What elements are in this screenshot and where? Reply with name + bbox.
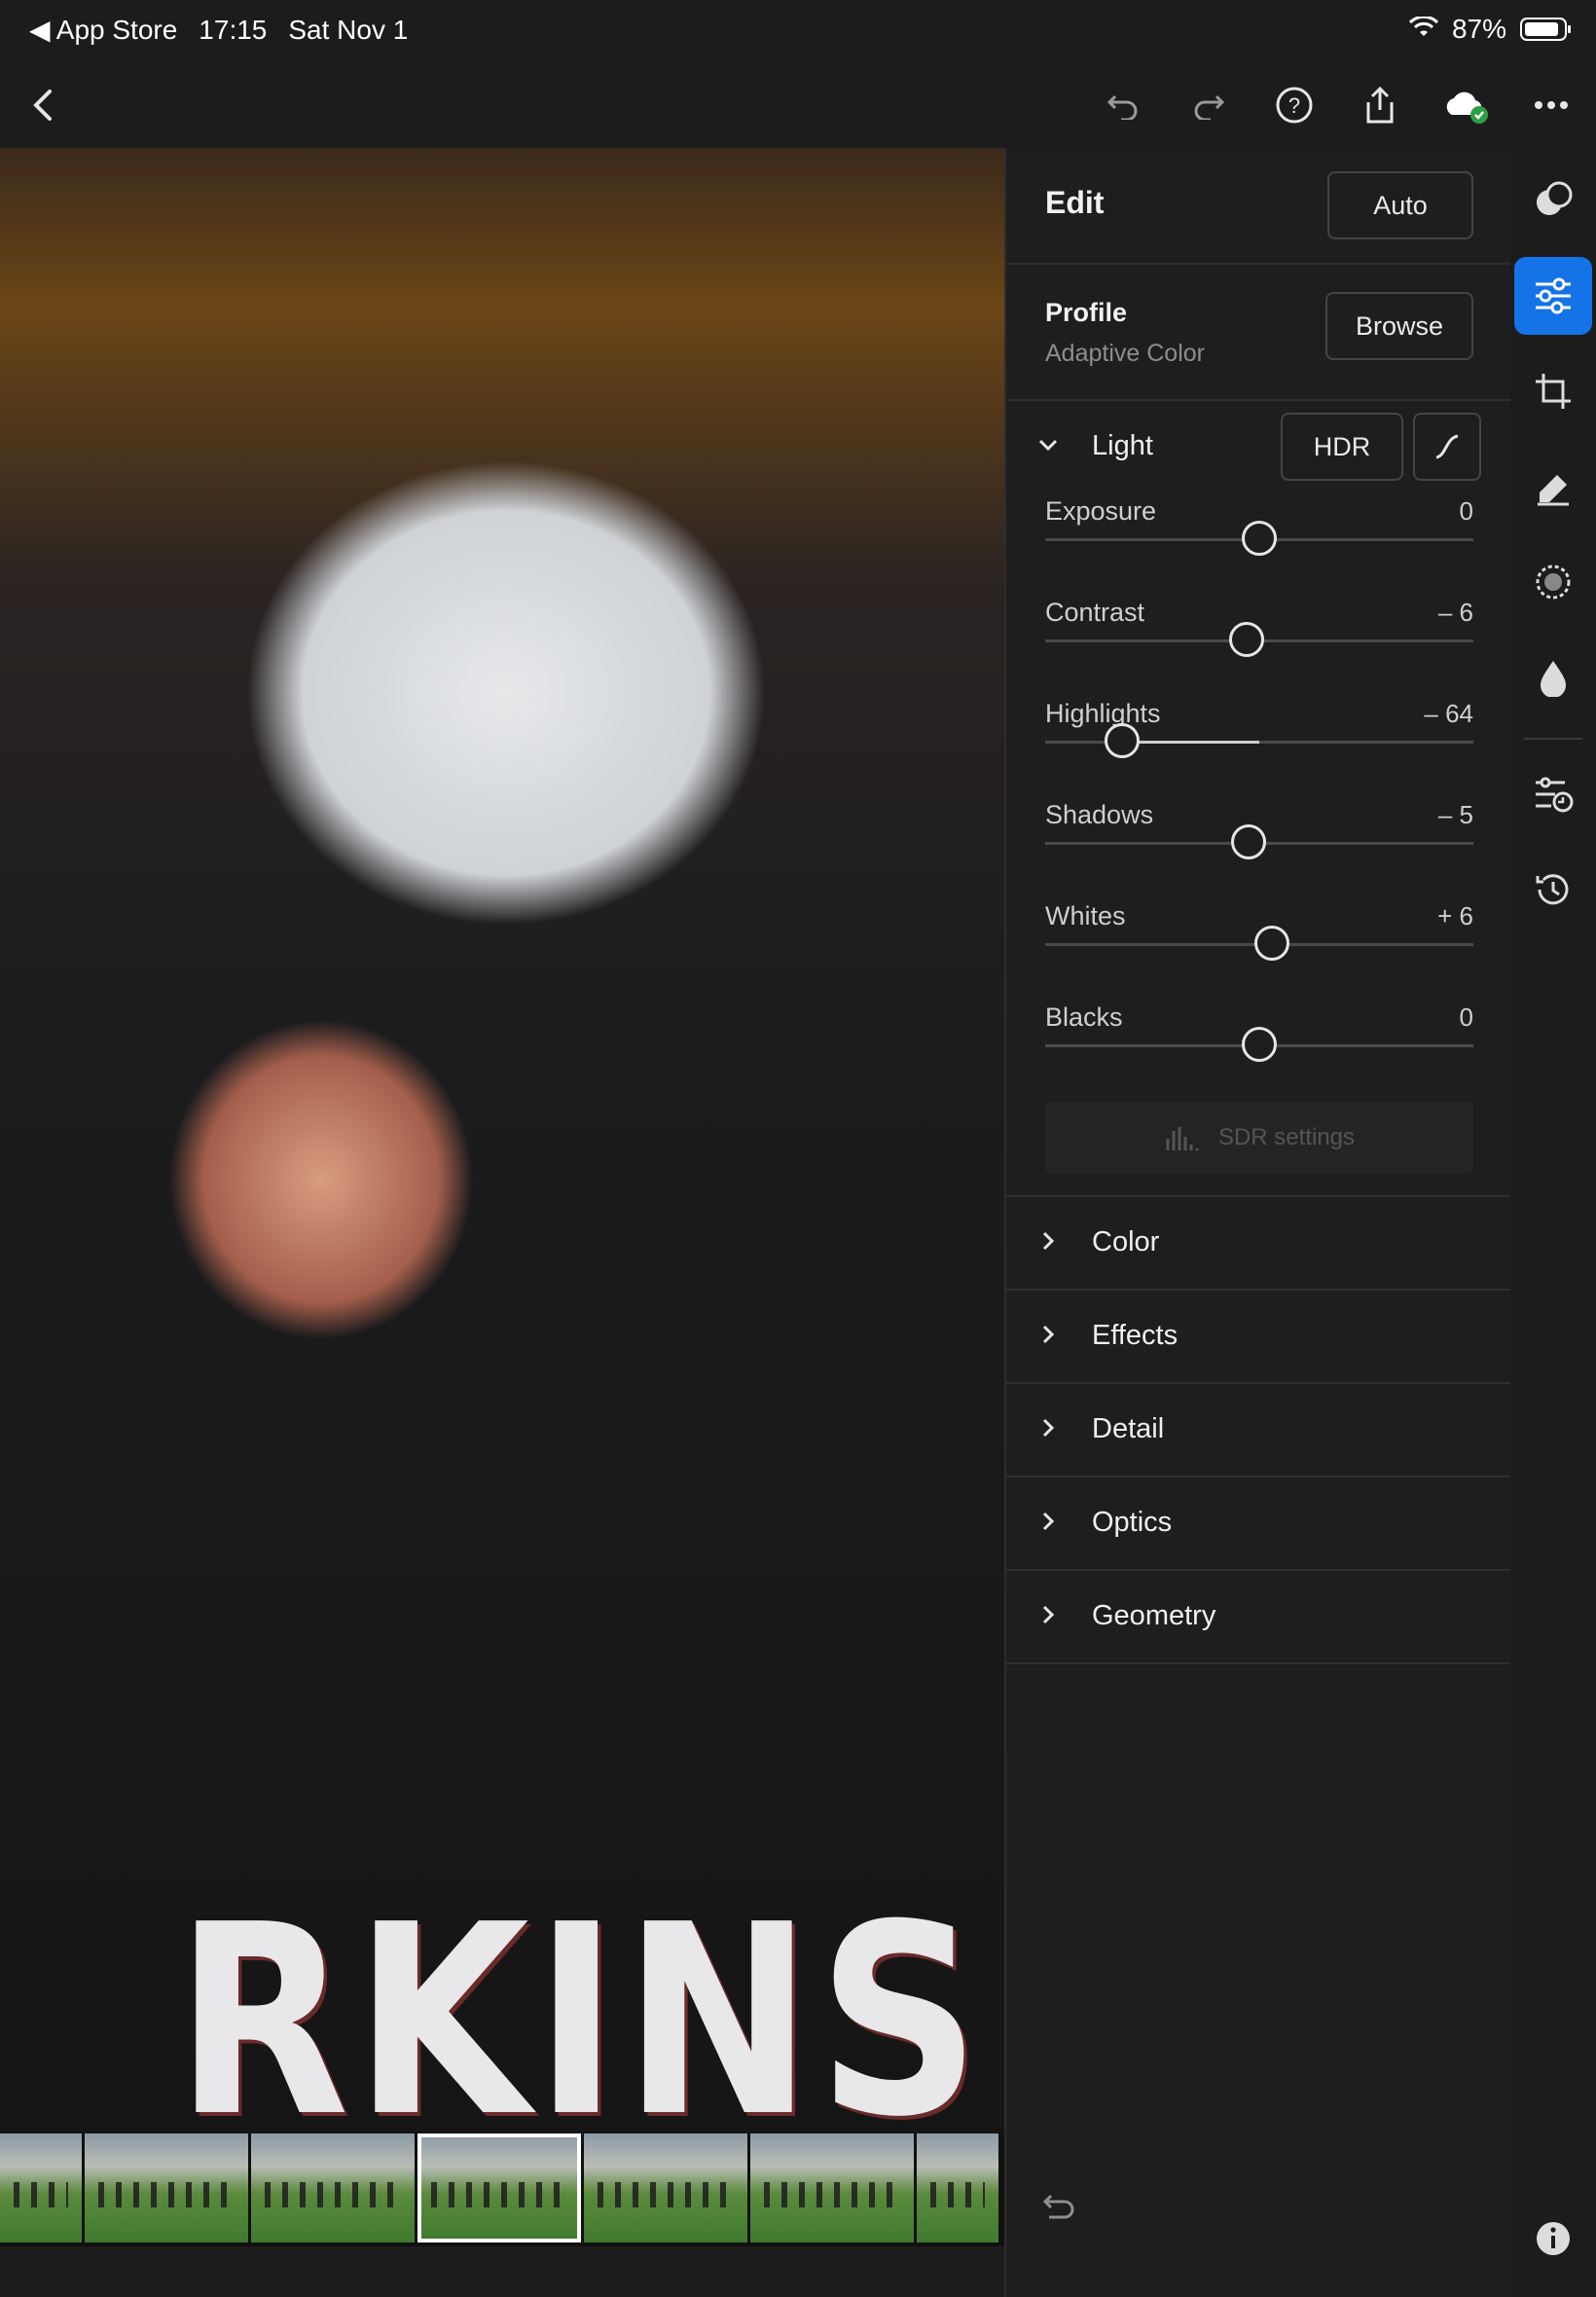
chevron-down-icon xyxy=(1034,430,1063,459)
slider-value[interactable]: – 64 xyxy=(1424,699,1473,729)
hdr-button[interactable]: HDR xyxy=(1281,413,1403,481)
undo-icon[interactable] xyxy=(1096,78,1150,132)
tool-rail xyxy=(1510,148,1596,2297)
slider-handle[interactable] xyxy=(1231,824,1266,859)
slider-whites[interactable]: Whites + 6 xyxy=(1045,901,1473,1003)
slider-value[interactable]: 0 xyxy=(1460,1003,1473,1033)
slider-handle[interactable] xyxy=(1242,521,1277,556)
panel-title: Edit xyxy=(1045,185,1105,220)
crop-icon[interactable] xyxy=(1514,352,1592,430)
back-to-app-link[interactable]: ◀ App Store xyxy=(29,14,177,46)
filmstrip-thumbnail[interactable] xyxy=(251,2133,415,2242)
curve-icon xyxy=(1435,434,1459,459)
profile-label: Profile xyxy=(1045,298,1128,327)
redo-icon[interactable] xyxy=(1181,78,1236,132)
slider-handle[interactable] xyxy=(1105,723,1141,758)
filmstrip-thumbnail[interactable] xyxy=(85,2133,248,2242)
slider-handle[interactable] xyxy=(1242,1027,1277,1062)
filmstrip xyxy=(0,2133,1004,2246)
wifi-icon xyxy=(1408,14,1439,45)
presets-icon[interactable] xyxy=(1514,755,1592,833)
chevron-right-icon xyxy=(1034,1320,1063,1349)
section-geometry[interactable]: Geometry xyxy=(1006,1571,1510,1664)
sdr-settings-label: SDR settings xyxy=(1217,1124,1356,1150)
slider-label: Whites xyxy=(1045,901,1126,930)
slider-blacks[interactable]: Blacks 0 xyxy=(1045,1003,1473,1104)
edit-panel: Edit Auto Profile Adaptive Color Browse … xyxy=(1004,148,1512,2297)
browse-profiles-button[interactable]: Browse xyxy=(1325,292,1473,360)
filmstrip-thumbnail[interactable] xyxy=(750,2133,914,2242)
section-optics[interactable]: Optics xyxy=(1006,1477,1510,1571)
help-icon[interactable]: ? xyxy=(1267,78,1322,132)
section-color[interactable]: Color xyxy=(1006,1197,1510,1291)
battery-icon xyxy=(1520,18,1571,41)
slider-exposure[interactable]: Exposure 0 xyxy=(1045,496,1473,598)
tone-curve-button[interactable] xyxy=(1413,413,1481,481)
selective-icon[interactable] xyxy=(1514,543,1592,621)
color-drop-icon[interactable] xyxy=(1514,638,1592,716)
slider-label: Exposure xyxy=(1045,496,1157,526)
slider-value[interactable]: + 6 xyxy=(1437,901,1473,931)
slider-label: Shadows xyxy=(1045,800,1154,829)
section-label: Effects xyxy=(1092,1320,1179,1351)
filmstrip-thumbnail-selected[interactable] xyxy=(417,2133,581,2242)
slider-highlights[interactable]: Highlights – 64 xyxy=(1045,699,1473,800)
reset-icon[interactable] xyxy=(1041,2190,1076,2224)
section-label: Optics xyxy=(1092,1507,1173,1538)
chevron-right-icon xyxy=(1034,1413,1063,1442)
slider-fill xyxy=(1122,741,1259,744)
slider-label: Blacks xyxy=(1045,1003,1123,1032)
jersey-lettering: RKINS xyxy=(175,1868,986,2134)
back-chevron-icon[interactable] xyxy=(16,78,70,132)
section-label: Geometry xyxy=(1092,1600,1216,1631)
light-section-label: Light xyxy=(1092,430,1153,461)
slider-label: Highlights xyxy=(1045,699,1161,728)
sdr-settings-button: SDR settings xyxy=(1045,1102,1473,1174)
chevron-right-icon xyxy=(1034,1600,1063,1629)
section-effects[interactable]: Effects xyxy=(1006,1291,1510,1384)
info-icon[interactable] xyxy=(1514,2200,1592,2278)
battery-percent: 87% xyxy=(1451,14,1506,44)
slider-shadows[interactable]: Shadows – 5 xyxy=(1045,800,1473,901)
slider-value[interactable]: 0 xyxy=(1460,496,1473,527)
slider-handle[interactable] xyxy=(1254,926,1290,961)
status-time: 17:15 xyxy=(199,14,268,45)
slider-label: Contrast xyxy=(1045,598,1145,627)
auto-button[interactable]: Auto xyxy=(1327,171,1473,239)
slider-handle[interactable] xyxy=(1228,622,1264,657)
filmstrip-thumbnail[interactable] xyxy=(917,2133,998,2242)
slider-value[interactable]: – 6 xyxy=(1438,598,1473,628)
status-bar: ◀ App Store 17:15 Sat Nov 1 87% xyxy=(0,0,1596,60)
filmstrip-thumbnail[interactable] xyxy=(584,2133,747,2242)
top-toolbar: ? xyxy=(0,60,1596,148)
healing-icon[interactable] xyxy=(1514,448,1592,526)
cloud-sync-icon[interactable] xyxy=(1438,78,1493,132)
status-date: Sat Nov 1 xyxy=(288,14,409,45)
masking-icon[interactable] xyxy=(1514,162,1592,239)
profile-value: Adaptive Color xyxy=(1045,340,1205,367)
slider-contrast[interactable]: Contrast – 6 xyxy=(1045,598,1473,699)
section-detail[interactable]: Detail xyxy=(1006,1384,1510,1477)
filmstrip-thumbnail[interactable] xyxy=(0,2133,82,2242)
chevron-right-icon xyxy=(1034,1226,1063,1256)
svg-text:?: ? xyxy=(1288,93,1300,118)
share-icon[interactable] xyxy=(1353,78,1407,132)
history-icon[interactable] xyxy=(1514,851,1592,929)
slider-value[interactable]: – 5 xyxy=(1438,800,1473,830)
edit-sliders-icon[interactable] xyxy=(1514,257,1592,335)
section-label: Detail xyxy=(1092,1413,1165,1444)
photo-canvas[interactable]: RKINS xyxy=(0,148,1004,2133)
more-icon[interactable] xyxy=(1524,78,1578,132)
section-label: Color xyxy=(1092,1226,1160,1258)
histogram-icon xyxy=(1166,1127,1199,1150)
chevron-right-icon xyxy=(1034,1507,1063,1536)
